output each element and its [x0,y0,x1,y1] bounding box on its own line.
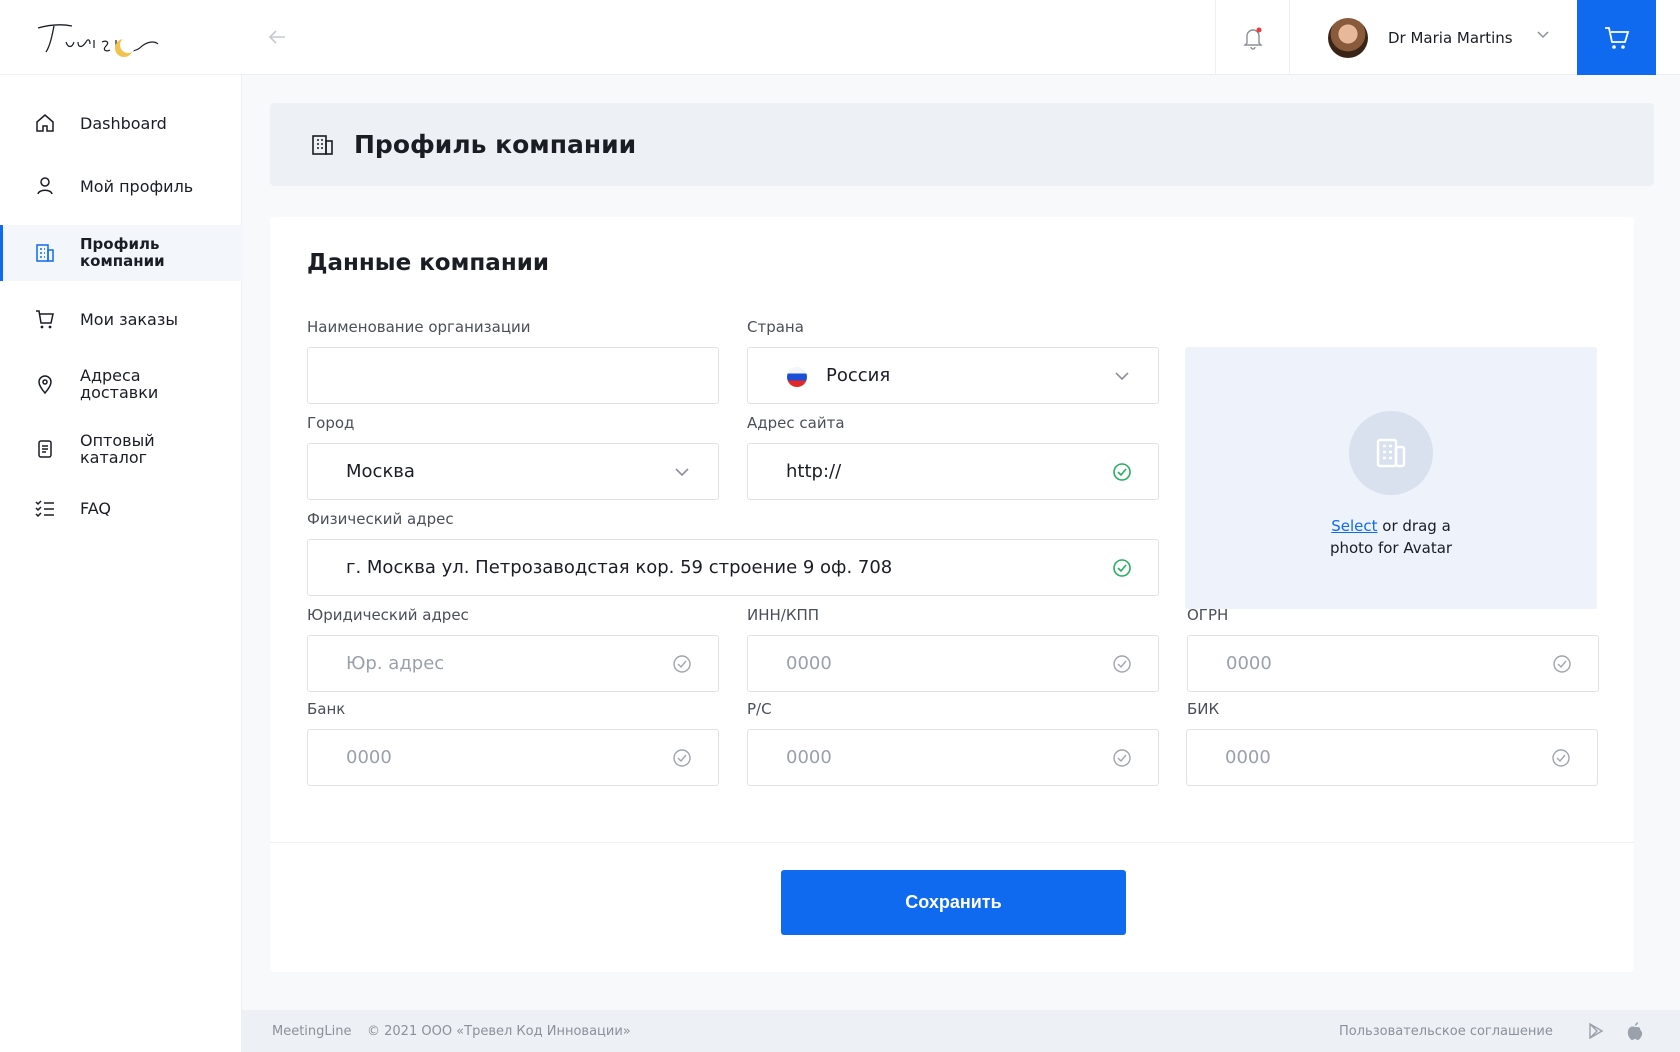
bik-label: БИК [1187,700,1220,718]
sidebar-item-label: Dashboard [80,113,167,133]
physical-address-label: Физический адрес [307,510,454,528]
bik-input[interactable]: 0000 [1186,729,1598,786]
chevron-down-icon[interactable] [1536,30,1550,40]
cart-icon [34,308,56,330]
website-label: Адрес сайта [747,414,845,432]
legal-address-placeholder: Юр. адрес [346,653,445,674]
upload-instructions: Select or drag a photo for Avatar [1185,515,1597,559]
check-circle-icon [673,749,691,767]
company-data-card: Данные компании Наименование организации… [270,217,1634,972]
checklist-icon [34,497,56,519]
user-icon [34,175,56,197]
city-select[interactable]: Москва [307,443,719,500]
check-circle-icon [1113,559,1131,577]
sidebar-item-my-orders[interactable]: Мои заказы [0,291,242,347]
website-input[interactable]: http:// [747,443,1159,500]
check-circle-icon [1113,463,1131,481]
sidebar-item-label: FAQ [80,498,111,518]
city-value: Москва [346,461,415,482]
rs-placeholder: 0000 [786,747,832,768]
footer-copyright: © 2021 ООО «Тревел Код Инновации» [367,1023,631,1039]
notifications-button[interactable] [1215,0,1290,75]
physical-address-input[interactable]: г. Москва ул. Петрозаводстая кор. 59 стр… [307,539,1159,596]
avatar [1328,17,1368,58]
sidebar-item-label: Оптовый каталог [80,431,155,467]
save-button[interactable]: Сохранить [781,870,1126,935]
bank-placeholder: 0000 [346,747,392,768]
upload-text: or drag a [1377,517,1451,535]
russia-flag-icon [787,367,807,387]
sidebar-item-dashboard[interactable]: Dashboard [0,95,242,151]
country-value: Россия [826,365,891,386]
page-title: Профиль компании [354,130,637,159]
footer: MeetingLine © 2021 ООО «Тревел Код Иннов… [242,1010,1680,1052]
sidebar-item-label: Мои заказы [80,309,178,329]
sidebar-item-my-profile[interactable]: Мой профиль [0,158,242,214]
building-icon [34,242,56,264]
footer-brand: MeetingLine [272,1023,352,1039]
physical-address-value: г. Москва ул. Петрозаводстая кор. 59 стр… [346,557,893,578]
inn-label: ИНН/КПП [747,606,820,624]
building-icon [312,134,333,155]
ogrn-label: ОГРН [1187,606,1229,624]
sidebar-item-wholesale-catalog[interactable]: Оптовый каталог [0,421,242,477]
inn-input[interactable]: 0000 [747,635,1159,692]
country-label: Страна [747,318,804,336]
sidebar-item-delivery-addresses[interactable]: Адреса доставки [0,356,242,412]
user-name: Dr Maria Martins [1388,28,1513,47]
org-name-input[interactable] [307,347,719,404]
sidebar-item-label: Профиль компании [80,235,165,270]
page-title-bar: Профиль компании [270,103,1654,186]
avatar-upload-dropzone[interactable]: Select or drag a photo for Avatar [1185,347,1597,609]
user-agreement-link[interactable]: Пользовательское соглашение [1339,1024,1553,1039]
upload-placeholder [1349,411,1433,495]
google-play-icon[interactable] [1587,1022,1605,1040]
bik-placeholder: 0000 [1225,747,1271,768]
check-circle-icon [1113,655,1131,673]
bell-icon [1242,27,1263,50]
check-circle-icon [673,655,691,673]
inn-placeholder: 0000 [786,653,832,674]
top-header: Dr Maria Martins [0,0,1680,75]
divider [270,842,1634,843]
ogrn-input[interactable]: 0000 [1187,635,1599,692]
main-content: Профиль компании Данные компании Наимено… [242,75,1680,1052]
chevron-down-icon [675,468,689,477]
check-circle-icon [1552,749,1570,767]
apple-icon[interactable] [1626,1021,1644,1041]
bank-label: Банк [307,700,346,718]
sidebar: Dashboard Мой профиль Профиль компании М… [0,75,242,1052]
sidebar-item-label: Адреса доставки [80,366,159,402]
building-icon [1376,438,1406,468]
made-in-tunisia-logo[interactable] [32,16,162,60]
bank-input[interactable]: 0000 [307,729,719,786]
sidebar-item-company-profile[interactable]: Профиль компании [0,225,242,281]
legal-address-input[interactable]: Юр. адрес [307,635,719,692]
legal-address-label: Юридический адрес [307,606,469,624]
location-pin-icon [34,373,56,395]
website-value: http:// [786,461,842,482]
rs-input[interactable]: 0000 [747,729,1159,786]
cart-button[interactable] [1577,0,1656,75]
cart-icon [1604,26,1629,49]
org-name-label: Наименование организации [307,318,531,336]
section-title: Данные компании [307,250,549,276]
upload-text-line2: photo for Avatar [1329,539,1453,557]
check-circle-icon [1113,749,1131,767]
chevron-down-icon [1115,372,1129,381]
select-photo-link[interactable]: Select [1331,517,1377,535]
check-circle-icon [1553,655,1571,673]
city-label: Город [307,414,355,432]
sidebar-item-label: Мой профиль [80,176,194,196]
sidebar-item-faq[interactable]: FAQ [0,480,242,536]
document-icon [34,438,56,460]
home-icon [34,112,56,134]
country-select[interactable]: Россия [747,347,1159,404]
user-menu[interactable]: Dr Maria Martins [1290,0,1576,75]
rs-label: Р/С [747,700,772,718]
ogrn-placeholder: 0000 [1226,653,1272,674]
back-arrow-icon[interactable] [266,26,288,48]
